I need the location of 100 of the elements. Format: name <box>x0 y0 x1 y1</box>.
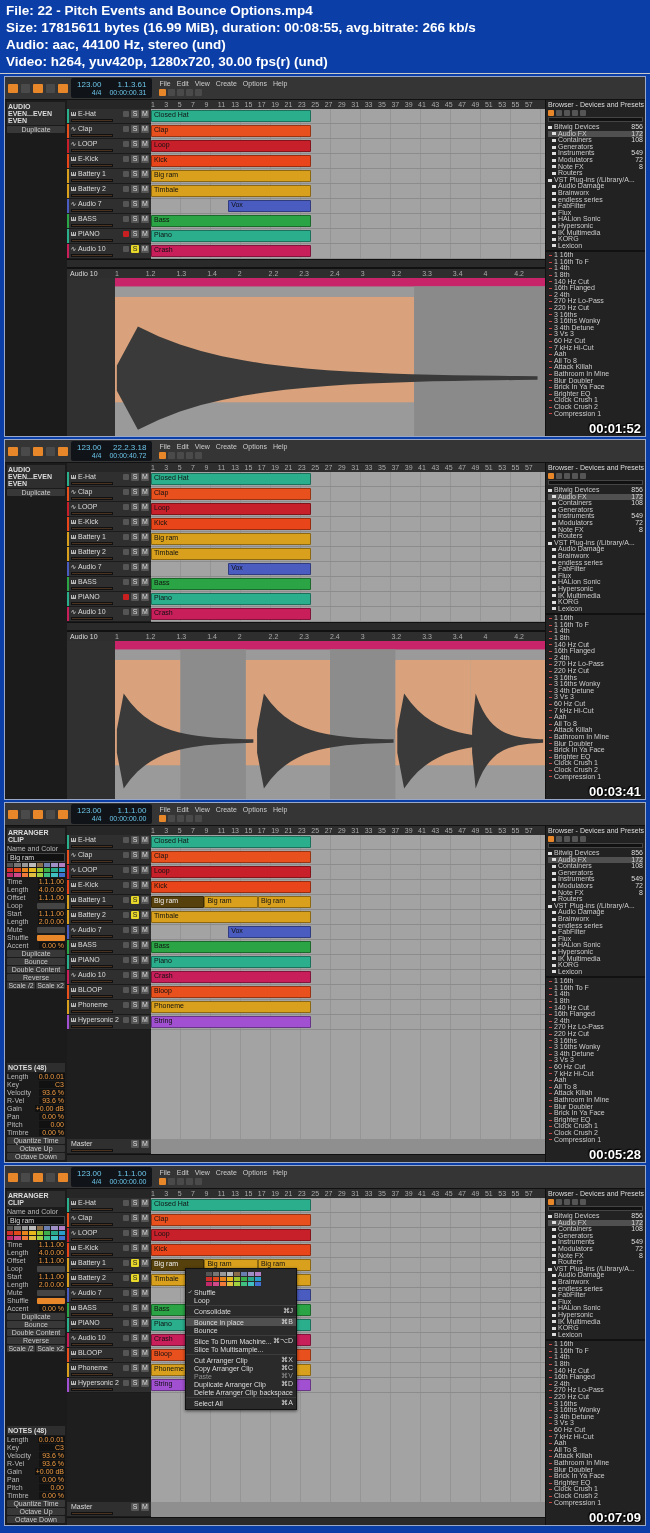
color-swatch[interactable] <box>58 1231 65 1235</box>
color-swatch[interactable] <box>206 1277 212 1281</box>
color-swatch[interactable] <box>43 1236 51 1240</box>
record-arm-button[interactable] <box>123 1245 129 1251</box>
record-arm-button[interactable] <box>123 579 129 585</box>
color-swatch[interactable] <box>21 1236 29 1240</box>
color-swatch[interactable] <box>58 1226 65 1230</box>
record-arm-button[interactable] <box>123 837 129 843</box>
color-swatch[interactable] <box>14 1226 21 1230</box>
color-swatch[interactable] <box>234 1272 240 1276</box>
color-swatch[interactable] <box>248 1277 254 1281</box>
record-arm-button[interactable] <box>123 972 129 978</box>
color-swatch[interactable] <box>213 1272 219 1276</box>
record-arm-button[interactable] <box>123 1380 129 1386</box>
color-swatch[interactable] <box>213 1277 219 1281</box>
color-swatch[interactable] <box>36 863 43 867</box>
color-swatch[interactable] <box>220 1282 226 1286</box>
color-swatch[interactable] <box>43 873 51 877</box>
record-arm-button[interactable] <box>123 987 129 993</box>
color-swatch[interactable] <box>21 868 29 872</box>
color-swatch[interactable] <box>248 1282 254 1286</box>
color-swatch[interactable] <box>21 873 29 877</box>
color-swatch[interactable] <box>29 1236 36 1240</box>
color-swatch[interactable] <box>36 868 43 872</box>
record-arm-button[interactable] <box>123 1305 129 1311</box>
record-arm-button[interactable] <box>123 156 129 162</box>
record-arm-button[interactable] <box>123 186 129 192</box>
color-swatch[interactable] <box>255 1277 261 1281</box>
record-arm-button[interactable] <box>123 126 129 132</box>
color-swatch[interactable] <box>14 873 21 877</box>
color-swatch[interactable] <box>7 1236 14 1240</box>
color-swatch[interactable] <box>227 1277 233 1281</box>
record-arm-button[interactable] <box>123 1320 129 1326</box>
color-swatch[interactable] <box>234 1277 240 1281</box>
record-arm-button[interactable] <box>123 957 129 963</box>
color-swatch[interactable] <box>58 1236 65 1240</box>
color-swatch[interactable] <box>21 1231 29 1235</box>
color-swatch[interactable] <box>29 863 36 867</box>
search-field[interactable] <box>548 117 643 122</box>
color-swatch[interactable] <box>36 1231 43 1235</box>
record-arm-button[interactable] <box>123 927 129 933</box>
record-arm-button[interactable] <box>123 852 129 858</box>
record-arm-button[interactable] <box>123 201 129 207</box>
record-arm-button[interactable] <box>123 942 129 948</box>
color-swatch[interactable] <box>14 1231 21 1235</box>
record-arm-button[interactable] <box>123 504 129 510</box>
color-swatch[interactable] <box>227 1282 233 1286</box>
record-arm-button[interactable] <box>123 1230 129 1236</box>
color-swatch[interactable] <box>7 1226 14 1230</box>
search-field[interactable] <box>548 480 643 485</box>
color-swatch[interactable] <box>36 1226 43 1230</box>
color-swatch[interactable] <box>14 868 21 872</box>
color-swatch[interactable] <box>29 1226 36 1230</box>
record-arm-button[interactable] <box>123 897 129 903</box>
toggle-button[interactable] <box>37 1289 65 1296</box>
color-swatch[interactable] <box>213 1282 219 1286</box>
toggle-button[interactable] <box>37 934 65 941</box>
color-swatch[interactable] <box>29 873 36 877</box>
record-arm-button[interactable] <box>123 216 129 222</box>
toggle-button[interactable] <box>37 926 65 933</box>
color-swatch[interactable] <box>51 1231 58 1235</box>
record-arm-button[interactable] <box>123 111 129 117</box>
color-swatch[interactable] <box>14 863 21 867</box>
color-swatch[interactable] <box>206 1272 212 1276</box>
record-arm-button[interactable] <box>123 912 129 918</box>
record-arm-button[interactable] <box>123 1335 129 1341</box>
color-swatch[interactable] <box>51 1226 58 1230</box>
color-swatch[interactable] <box>206 1282 212 1286</box>
record-arm-button[interactable] <box>123 1350 129 1356</box>
color-swatch[interactable] <box>220 1272 226 1276</box>
record-arm-button[interactable] <box>123 489 129 495</box>
record-arm-button[interactable] <box>123 1200 129 1206</box>
color-swatch[interactable] <box>51 1236 58 1240</box>
record-arm-button[interactable] <box>123 1017 129 1023</box>
record-arm-button[interactable] <box>123 1290 129 1296</box>
color-swatch[interactable] <box>29 868 36 872</box>
record-arm-button[interactable] <box>123 609 129 615</box>
record-arm-button[interactable] <box>123 171 129 177</box>
search-field[interactable] <box>548 843 643 848</box>
color-swatch[interactable] <box>43 1226 51 1230</box>
color-swatch[interactable] <box>227 1272 233 1276</box>
record-arm-button[interactable] <box>123 474 129 480</box>
color-swatch[interactable] <box>58 863 65 867</box>
record-arm-button[interactable] <box>123 519 129 525</box>
color-swatch[interactable] <box>58 873 65 877</box>
toggle-button[interactable] <box>37 902 65 909</box>
color-swatch[interactable] <box>241 1277 247 1281</box>
record-arm-button[interactable] <box>123 1260 129 1266</box>
color-swatch[interactable] <box>21 1226 29 1230</box>
color-swatch[interactable] <box>29 1231 36 1235</box>
record-arm-button[interactable] <box>123 1215 129 1221</box>
color-swatch[interactable] <box>7 1231 14 1235</box>
color-swatch[interactable] <box>43 868 51 872</box>
color-swatch[interactable] <box>36 873 43 877</box>
color-swatch[interactable] <box>241 1272 247 1276</box>
record-arm-button[interactable] <box>123 882 129 888</box>
color-swatch[interactable] <box>7 873 14 877</box>
toggle-button[interactable] <box>37 1297 65 1304</box>
color-swatch[interactable] <box>43 1231 51 1235</box>
record-arm-button[interactable] <box>123 867 129 873</box>
